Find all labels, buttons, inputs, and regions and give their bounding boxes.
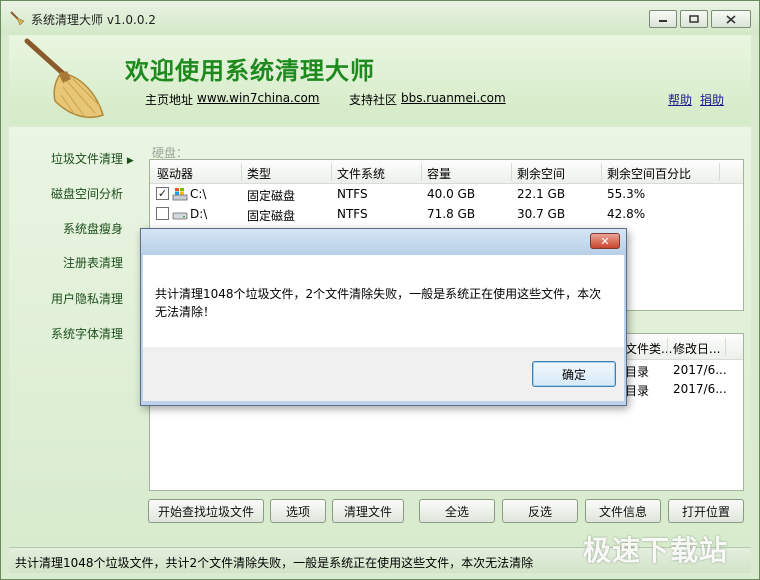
homepage-link[interactable]: www.win7china.com [197,91,319,105]
homepage-label: 主页地址 [145,93,194,107]
column-divider[interactable] [719,163,720,181]
sidebar-item-label: 系统盘瘦身 [63,222,124,236]
headline: 欢迎使用系统清理大师 [125,57,375,85]
minimize-button[interactable] [649,10,677,28]
system-drive-icon [172,188,188,201]
percent-cell: 55.3% [607,187,646,201]
community-link[interactable]: bbs.ruanmei.com [401,91,506,105]
modified-cell: 2017/6... [673,382,727,396]
dialog-close-button[interactable]: ✕ [590,233,620,249]
window-controls [646,10,751,28]
table-row[interactable]: D:\ 固定磁盘 NTFS 71.8 GB 30.7 GB 42.8% [150,205,743,224]
disk-list-header: 驱动器 类型 文件系统 容量 剩余空间 剩余空间百分比 [150,160,743,184]
dialog-footer: 确定 [143,347,624,401]
open-location-button[interactable]: 打开位置 [668,499,744,523]
sidebar-item-label: 用户隐私清理 [51,292,124,306]
sidebar-item-disk-analysis[interactable]: 磁盘空间分析 [51,185,123,202]
maximize-button[interactable] [680,10,708,28]
table-row[interactable]: ✓ C:\ 固定磁盘 NTFS 40.0 GB 22.1 GB 55.3% [150,185,743,204]
sidebar-item-system-slim[interactable]: 系统盘瘦身 [63,220,123,237]
sidebar-item-fonts[interactable]: 系统字体清理 [51,325,123,342]
column-divider[interactable] [511,163,512,181]
percent-cell: 42.8% [607,207,646,221]
invert-selection-button[interactable]: 反选 [502,499,578,523]
type-cell: 固定磁盘 [247,189,296,203]
filesystem-cell: NTFS [337,207,368,221]
type-cell: 固定磁盘 [247,209,296,223]
drive-checkbox[interactable]: ✓ [156,187,169,200]
sidebar-item-junk-files[interactable]: 垃圾文件清理 ▶ [51,150,134,167]
column-header-filesystem[interactable]: 文件系统 [337,165,385,182]
minimize-icon [659,20,667,22]
drive-cell: D:\ [190,207,208,221]
dialog-body: 共计清理1048个垃圾文件，2个文件清除失败，一般是系统正在使用这些文件，本次无… [143,255,624,347]
dialog-title-bar: ✕ [141,229,626,255]
broom-logo-icon [24,38,104,119]
filesystem-cell: NTFS [337,187,368,201]
drive-checkbox[interactable] [156,207,169,220]
help-link[interactable]: 帮助 [668,91,692,108]
modified-cell: 2017/6... [673,363,727,377]
column-header-free[interactable]: 剩余空间 [517,165,565,182]
message-dialog: ✕ 共计清理1048个垃圾文件，2个文件清除失败，一般是系统正在使用这些文件，本… [140,228,627,406]
sidebar-item-registry[interactable]: 注册表清理 [63,254,123,271]
select-all-button[interactable]: 全选 [419,499,495,523]
column-header-capacity[interactable]: 容量 [427,165,451,182]
watermark: 极速下载站 [583,534,729,567]
column-divider[interactable] [667,338,668,356]
active-arrow-icon: ▶ [126,156,134,166]
column-divider[interactable] [601,163,602,181]
clean-button[interactable]: 清理文件 [332,499,404,523]
close-button[interactable] [711,10,751,28]
column-divider[interactable] [241,163,242,181]
hard-drive-icon [172,212,188,220]
header-banner: 欢迎使用系统清理大师 主页地址 www.win7china.com 支持社区 b… [9,35,751,125]
drive-cell: C:\ [190,187,207,201]
broom-app-icon [10,11,25,26]
status-text: 共计清理1048个垃圾文件，共计2个文件清除失败，一般是系统正在使用这些文件，本… [15,556,534,570]
file-info-button[interactable]: 文件信息 [585,499,661,523]
options-button[interactable]: 选项 [270,499,326,523]
file-type-cell: 目录 [625,365,650,379]
column-header-modified[interactable]: 修改日... [673,340,720,357]
scan-button[interactable]: 开始查找垃圾文件 [148,499,264,523]
community-label: 支持社区 [349,93,398,107]
sidebar-item-label: 注册表清理 [63,256,124,270]
maximize-icon [689,15,699,23]
column-header-type[interactable]: 类型 [247,165,271,182]
window-title: 系统清理大师 v1.0.0.2 [31,13,156,27]
column-header-file-type[interactable]: 文件类... [625,340,672,357]
sidebar-item-label: 磁盘空间分析 [51,187,124,201]
capacity-cell: 40.0 GB [427,187,476,201]
sidebar-item-label: 系统字体清理 [51,327,124,341]
column-divider[interactable] [331,163,332,181]
close-icon [726,14,736,24]
file-type-cell: 目录 [625,384,650,398]
free-cell: 30.7 GB [517,207,566,221]
close-icon: ✕ [600,234,610,248]
title-bar: 系统清理大师 v1.0.0.2 [1,1,759,35]
column-header-free-percent[interactable]: 剩余空间百分比 [607,165,691,182]
free-cell: 22.1 GB [517,187,566,201]
capacity-cell: 71.8 GB [427,207,476,221]
donate-link[interactable]: 捐助 [700,91,724,108]
column-divider[interactable] [725,338,726,356]
sidebar-item-privacy[interactable]: 用户隐私清理 [51,290,123,307]
sidebar-item-label: 垃圾文件清理 [51,152,124,166]
column-header-drive[interactable]: 驱动器 [157,165,193,182]
dialog-message: 共计清理1048个垃圾文件，2个文件清除失败，一般是系统正在使用这些文件，本次无… [155,287,602,319]
main-window: 系统清理大师 v1.0.0.2 欢迎使用系统清理大师 主页地址 www.win7… [0,0,760,580]
ok-button[interactable]: 确定 [532,361,616,387]
column-divider[interactable] [421,163,422,181]
